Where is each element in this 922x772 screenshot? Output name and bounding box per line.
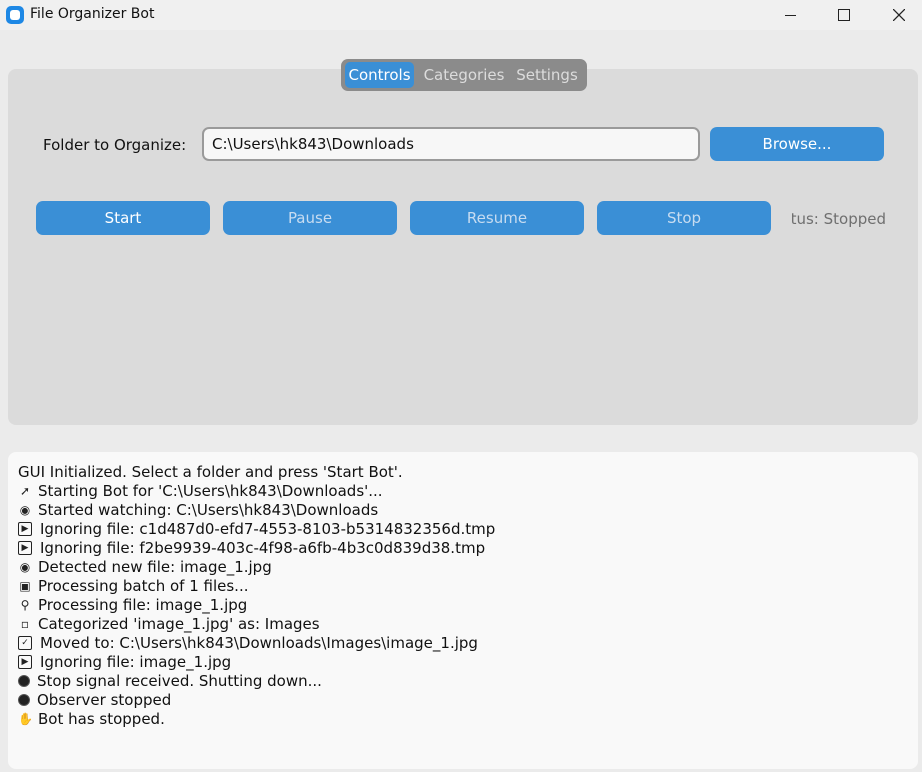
- stop-circle-icon: [18, 693, 30, 706]
- folder-label: Folder to Organize:: [43, 136, 187, 154]
- log-line: Stop signal received. Shutting down...: [18, 671, 322, 690]
- skip-icon: ▶: [18, 654, 32, 669]
- log-line: ◉ Started watching: C:\Users\hk843\Downl…: [18, 500, 378, 519]
- log-text: Processing file: image_1.jpg: [38, 595, 248, 614]
- log-line: ▣ Processing batch of 1 files...: [18, 576, 248, 595]
- app-icon: [6, 6, 24, 24]
- log-line: ▶ Ignoring file: image_1.jpg: [18, 652, 231, 671]
- controls-panel: [8, 69, 918, 425]
- log-line: Observer stopped: [18, 690, 171, 709]
- start-button[interactable]: Start: [36, 201, 210, 235]
- magnifier-icon: ⚲: [20, 597, 30, 612]
- stop-button[interactable]: Stop: [597, 201, 771, 235]
- folder-input[interactable]: C:\Users\hk843\Downloads: [202, 127, 700, 161]
- log-text: Started watching: C:\Users\hk843\Downloa…: [38, 500, 379, 519]
- tab-categories[interactable]: Categories: [421, 62, 507, 88]
- title-bar: File Organizer Bot: [0, 0, 922, 30]
- close-icon: [893, 9, 905, 21]
- stop-circle-icon: [18, 674, 30, 687]
- checkbox-icon: ✓: [18, 635, 32, 650]
- eyes-icon: ◉: [19, 559, 31, 574]
- minimize-icon: [784, 14, 796, 16]
- pause-button[interactable]: Pause: [223, 201, 397, 235]
- log-text: GUI Initialized. Select a folder and pre…: [18, 462, 403, 481]
- log-text: Starting Bot for 'C:\Users\hk843\Downloa…: [38, 481, 383, 500]
- status-label: Status: Stopped: [792, 210, 886, 228]
- status-text: Status: Stopped: [792, 210, 886, 228]
- log-text: Detected new file: image_1.jpg: [38, 557, 272, 576]
- skip-icon: ▶: [18, 521, 32, 536]
- eyes-icon: ◉: [19, 502, 31, 517]
- log-text: Bot has stopped.: [38, 709, 165, 728]
- tab-bar: Controls Categories Settings: [341, 59, 587, 91]
- log-line: ⚲ Processing file: image_1.jpg: [18, 595, 248, 614]
- hand-icon: ✋: [18, 711, 33, 726]
- log-text: Ignoring file: f2be9939-403c-4f98-a6fb-4…: [40, 538, 486, 557]
- resume-button[interactable]: Resume: [410, 201, 584, 235]
- log-text: Ignoring file: image_1.jpg: [40, 652, 232, 671]
- log-text: Ignoring file: c1d487d0-efd7-4553-8103-b…: [40, 519, 496, 538]
- minimize-button[interactable]: [767, 0, 813, 30]
- skip-icon: ▶: [18, 540, 32, 555]
- log-text: Stop signal received. Shutting down...: [37, 671, 322, 690]
- browse-button[interactable]: Browse...: [710, 127, 884, 161]
- package-icon: ▣: [19, 578, 31, 593]
- rocket-icon: ➚: [19, 483, 31, 498]
- log-line: ▶ Ignoring file: f2be9939-403c-4f98-a6fb…: [18, 538, 485, 557]
- log-line: ➚ Starting Bot for 'C:\Users\hk843\Downl…: [18, 481, 383, 500]
- window-title: File Organizer Bot: [30, 6, 155, 22]
- log-line: ✋ Bot has stopped.: [18, 709, 165, 728]
- tab-settings[interactable]: Settings: [513, 62, 581, 88]
- close-button[interactable]: [876, 0, 922, 30]
- log-line: ✓ Moved to: C:\Users\hk843\Downloads\Ima…: [18, 633, 478, 652]
- folder-icon: ▫: [20, 616, 30, 631]
- log-text: Processing batch of 1 files...: [38, 576, 249, 595]
- log-line: GUI Initialized. Select a folder and pre…: [18, 462, 403, 481]
- log-line: ▫ Categorized 'image_1.jpg' as: Images: [18, 614, 320, 633]
- maximize-icon: [838, 9, 850, 21]
- log-text: Observer stopped: [37, 690, 172, 709]
- log-line: ▶ Ignoring file: c1d487d0-efd7-4553-8103…: [18, 519, 495, 538]
- log-text: Moved to: C:\Users\hk843\Downloads\Image…: [40, 633, 478, 652]
- log-text: Categorized 'image_1.jpg' as: Images: [38, 614, 320, 633]
- maximize-button[interactable]: [821, 0, 867, 30]
- tab-controls[interactable]: Controls: [345, 62, 414, 88]
- log-line: ◉ Detected new file: image_1.jpg: [18, 557, 272, 576]
